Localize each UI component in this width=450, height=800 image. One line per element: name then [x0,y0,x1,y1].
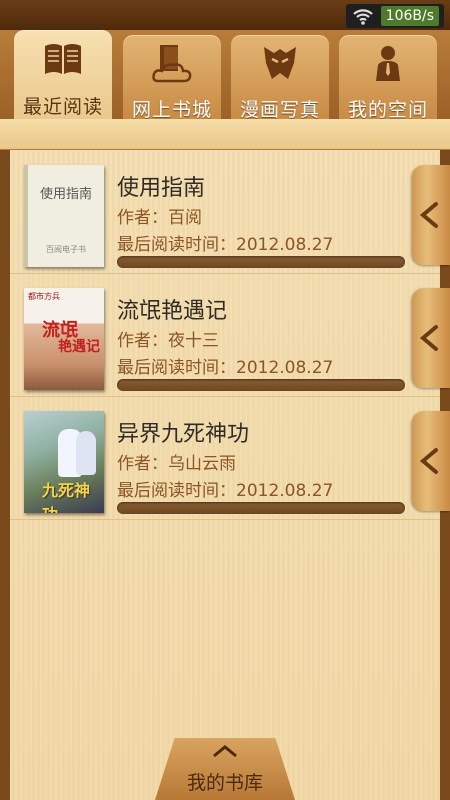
cover-subtitle: 艳遇记 [58,339,100,355]
book-title: 使用指南 [117,176,206,201]
open-book-icon [45,44,81,74]
person-icon [376,46,400,81]
expand-handle[interactable] [412,165,450,265]
chevron-left-icon [419,448,438,474]
my-library-label: 我的书库 [186,772,263,794]
chevron-up-icon [213,745,237,758]
expand-handle[interactable] [412,411,450,511]
tab-comics-photos[interactable]: 漫画写真 [231,35,329,121]
my-library-button[interactable]: 我的书库 [155,738,295,800]
tab-my-space[interactable]: 我的空间 [339,35,437,121]
last-read-time: 最后阅读时间：2012.08.27 [117,481,334,501]
bookshelf: 使用指南 百阅电子书 使用指南 作者：百阅 最后阅读时间：2012.08.27 … [0,150,450,800]
book-cover: 使用指南 百阅电子书 [24,165,104,267]
reading-progress-bar [117,502,405,514]
robot-mask-icon [264,47,296,79]
wifi-icon [353,9,373,25]
tab-underbar [0,119,450,151]
status-bar: 106B/s [0,0,450,30]
list-item-book[interactable]: 都市方兵 流氓 艳遇记 流氓艳遇记 作者：夜十三 最后阅读时间：2012.08.… [10,273,450,397]
book-cover: 都市方兵 流氓 艳遇记 [24,288,104,390]
tab-recent-reading[interactable]: 最近阅读 [14,30,112,119]
net-speed: 106B/s [380,6,439,26]
book-title: 流氓艳遇记 [117,299,228,324]
chevron-left-icon [419,325,438,351]
tab-label: 我的空间 [347,99,428,121]
cover-title: 使用指南 [39,187,92,202]
book-list: 使用指南 百阅电子书 使用指南 作者：百阅 最后阅读时间：2012.08.27 … [10,150,450,800]
list-item-book[interactable]: 九死神功 异界九死神功 作者：乌山云雨 最后阅读时间：2012.08.27 [10,396,450,520]
tab-label: 漫画写真 [239,99,320,121]
tab-label: 最近阅读 [22,96,103,118]
cover-title: 九死神功 [42,481,91,513]
cover-figure [76,431,96,475]
last-read-time: 最后阅读时间：2012.08.27 [117,358,334,378]
cover-subtitle: 百阅电子书 [46,245,86,254]
book-author: 作者：夜十三 [117,331,219,351]
cover-top-text: 都市方兵 [28,292,60,301]
last-read-time: 最后阅读时间：2012.08.27 [117,235,334,255]
tab-online-bookstore[interactable]: 网上书城 [123,35,221,121]
book-author: 作者：百阅 [117,208,202,228]
reading-progress-bar [117,256,405,268]
book-cover: 九死神功 [24,411,104,513]
reading-progress-bar [117,379,405,391]
book-author: 作者：乌山云雨 [117,454,236,474]
chevron-left-icon [419,202,438,228]
cloud-book-icon [152,45,192,83]
list-item-book[interactable]: 使用指南 百阅电子书 使用指南 作者：百阅 最后阅读时间：2012.08.27 [10,150,450,274]
tab-label: 网上书城 [131,99,212,121]
top-tab-bar: 最近阅读 网上书城 漫画写真 我的空间 [0,30,450,122]
book-title: 异界九死神功 [117,422,250,447]
network-indicator: 106B/s [346,4,444,28]
expand-handle[interactable] [412,288,450,388]
